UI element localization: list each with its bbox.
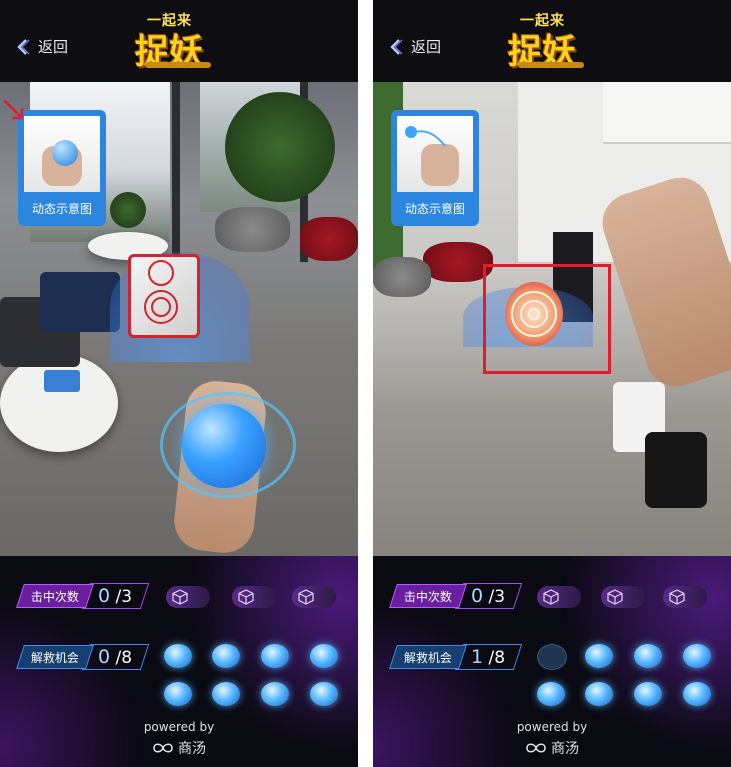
- brand-logo: 商汤: [152, 738, 206, 758]
- hint-image: [24, 116, 100, 192]
- ball-ammo: [310, 682, 338, 706]
- ball-ammo: [634, 682, 662, 706]
- ball-ammo: [164, 644, 192, 668]
- swipe-arrow-icon: [414, 130, 446, 147]
- back-button[interactable]: 返回: [387, 36, 441, 57]
- round-table: [0, 354, 118, 452]
- ball-ammo: [683, 644, 711, 668]
- tissue-box: [44, 370, 80, 392]
- powered-by-text: powered by: [516, 720, 588, 734]
- chance-label: 解救机会: [31, 650, 80, 665]
- hint-label: 动态示意图: [31, 202, 92, 216]
- chance-counter: 解救机会 0 /8: [16, 644, 150, 670]
- hit-counter: 击中次数 0 /3: [389, 583, 523, 609]
- hint-label: 动态示意图: [404, 202, 465, 216]
- chance-score: 0 /8: [81, 644, 150, 670]
- hit-score: 0 /3: [81, 583, 150, 609]
- logo-ribbon: [518, 62, 584, 68]
- chevron-left-icon: [390, 38, 403, 55]
- game-logo: 一起来 捉妖: [133, 10, 225, 72]
- brand-logo: 商汤: [525, 738, 579, 758]
- cube-icon: [543, 589, 559, 605]
- ball-ammo: [634, 644, 662, 668]
- powered-by-text: powered by: [143, 720, 215, 734]
- captured-box-slot: [537, 586, 581, 608]
- back-button[interactable]: 返回: [14, 36, 68, 57]
- chance-value: 0: [97, 646, 111, 668]
- top-bar: 返回 一起来 捉妖: [0, 0, 358, 82]
- captured-box-slot: [166, 586, 210, 608]
- ball-ammo: [164, 682, 192, 706]
- grey-pouf: [373, 257, 431, 297]
- plant: [110, 192, 146, 228]
- hit-counter: 击中次数 0 /3: [16, 583, 150, 609]
- grey-pouf: [215, 207, 290, 252]
- status-panel: 击中次数 0 /3 解救机会 1 /8: [373, 556, 731, 767]
- chance-total: /8: [488, 648, 506, 668]
- chance-score: 1 /8: [454, 644, 523, 670]
- captured-box-slot: [232, 586, 276, 608]
- chevron-left-icon: [17, 38, 30, 55]
- ball-ammo: [261, 644, 289, 668]
- brand-name: 商汤: [551, 741, 579, 757]
- top-bar: 返回 一起来 捉妖: [373, 0, 731, 82]
- ar-camera-view[interactable]: 动态示意图: [0, 82, 358, 556]
- chance-total: /8: [115, 648, 133, 668]
- target-rings-icon: [144, 260, 178, 324]
- monster-cube[interactable]: [128, 254, 200, 338]
- game-logo: 一起来 捉妖: [506, 10, 598, 72]
- cube-icon: [238, 589, 254, 605]
- red-pouf: [300, 217, 358, 261]
- cabinet: [603, 82, 731, 144]
- captured-box-slot: [601, 586, 645, 608]
- ball-ammo: [212, 644, 240, 668]
- hit-value: 0: [470, 585, 484, 607]
- captured-box-slot: [292, 586, 336, 608]
- hit-label: 击中次数: [31, 589, 80, 604]
- hit-label: 击中次数: [404, 589, 453, 604]
- hint-card: 动态示意图: [391, 110, 479, 226]
- target-highlight-box: [483, 264, 611, 374]
- blue-ball[interactable]: [182, 404, 266, 488]
- ball-ammo: [310, 644, 338, 668]
- infinity-icon: [526, 743, 546, 753]
- player-hand: [594, 169, 731, 395]
- captured-box-slot: [663, 586, 707, 608]
- status-panel: 击中次数 0 /3 解救机会 0 /8: [0, 556, 358, 767]
- cube-icon: [172, 589, 188, 605]
- window-frame: [172, 82, 180, 262]
- hit-value: 0: [97, 585, 111, 607]
- hit-score: 0 /3: [454, 583, 523, 609]
- back-label: 返回: [38, 38, 69, 56]
- ball-ammo: [585, 682, 613, 706]
- cube-icon: [669, 589, 685, 605]
- cube-icon: [607, 589, 623, 605]
- hit-total: /3: [115, 587, 133, 607]
- blue-ottoman: [40, 272, 120, 332]
- ball-ammo: [585, 644, 613, 668]
- cube-icon: [298, 589, 314, 605]
- red-arrow-icon: [3, 99, 24, 120]
- chance-label: 解救机会: [404, 650, 453, 665]
- back-label: 返回: [411, 38, 442, 56]
- phone-screen-left: 返回 一起来 捉妖 动态示意图 击中次数 0 /3 解救机会 0 /8 powe…: [0, 0, 358, 767]
- infinity-icon: [153, 743, 173, 753]
- ar-camera-view[interactable]: 动态示意图: [373, 82, 731, 556]
- phone-screen-right: 返回 一起来 捉妖 动态示意图 击中次数 0 /3 解救机会 1 /8 powe…: [373, 0, 731, 767]
- chance-counter: 解救机会 1 /8: [389, 644, 523, 670]
- plant: [225, 92, 335, 202]
- ball-ammo-used: [537, 644, 567, 670]
- brand-name: 商汤: [178, 741, 206, 757]
- logo-ribbon: [145, 62, 211, 68]
- hint-image: [397, 116, 473, 192]
- trash-can-black: [645, 432, 707, 508]
- ball-ammo: [537, 682, 565, 706]
- ball-ammo: [683, 682, 711, 706]
- hint-card: 动态示意图: [18, 110, 106, 226]
- ball-ammo: [212, 682, 240, 706]
- ball-ammo: [261, 682, 289, 706]
- chance-value: 1: [470, 646, 484, 668]
- hit-total: /3: [488, 587, 506, 607]
